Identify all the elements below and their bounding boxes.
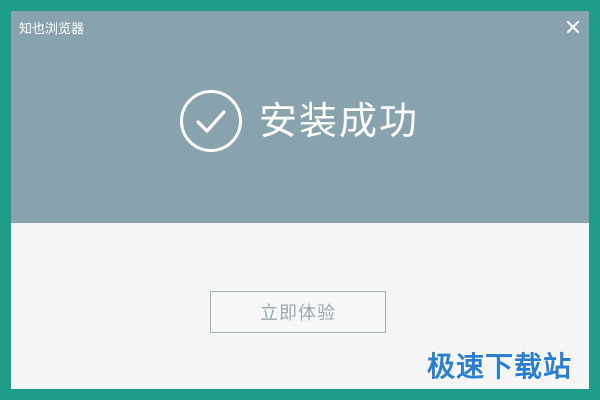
close-icon bbox=[567, 21, 579, 33]
window-title: 知也浏览器 bbox=[19, 22, 85, 37]
close-button[interactable] bbox=[563, 17, 583, 37]
installer-dialog: 知也浏览器 安装成功 立即体验 极速下载站 bbox=[11, 11, 589, 389]
site-watermark: 极速下载站 bbox=[427, 350, 573, 383]
window-frame: 知也浏览器 安装成功 立即体验 极速下载站 bbox=[0, 0, 600, 400]
install-success-status: 安装成功 bbox=[179, 89, 419, 153]
dialog-header: 知也浏览器 安装成功 bbox=[11, 11, 589, 223]
try-now-button[interactable]: 立即体验 bbox=[210, 291, 386, 333]
check-circle-icon bbox=[180, 90, 242, 152]
success-message: 安装成功 bbox=[259, 99, 420, 143]
